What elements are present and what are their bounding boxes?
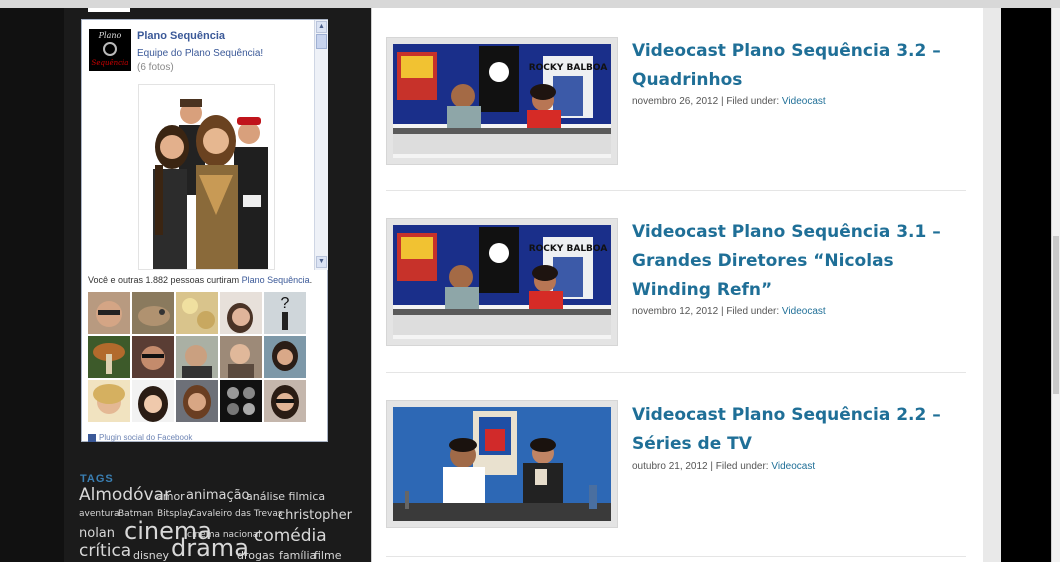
- fan-avatar[interactable]: [176, 336, 218, 378]
- scroll-up-icon[interactable]: ▲: [316, 21, 327, 33]
- post-title[interactable]: Videocast Plano Sequência 2.2 – Séries d…: [632, 401, 972, 459]
- fan-avatar[interactable]: [264, 336, 306, 378]
- post-filed-label: | Filed under:: [718, 96, 782, 107]
- fan-avatar[interactable]: [132, 336, 174, 378]
- tag-link[interactable]: crítica: [79, 543, 131, 560]
- tag-link[interactable]: disney: [133, 550, 169, 561]
- post-meta: novembro 12, 2012 | Filed under: Videoca…: [632, 306, 826, 317]
- fan-avatar[interactable]: [88, 336, 130, 378]
- post-thumbnail[interactable]: [393, 407, 611, 521]
- tag-link[interactable]: família: [279, 550, 316, 561]
- film-reel-icon: [103, 42, 117, 56]
- facebook-icon: [88, 433, 96, 442]
- post-filed-label: | Filed under:: [718, 306, 782, 317]
- fan-avatar[interactable]: [220, 380, 262, 422]
- post-title[interactable]: Videocast Plano Sequência 3.2 – Quadrinh…: [632, 37, 972, 95]
- fan-avatar[interactable]: [88, 380, 130, 422]
- fan-avatar[interactable]: ?: [264, 292, 306, 334]
- logo-text-top: Plano: [98, 31, 122, 40]
- tag-link[interactable]: animação: [186, 489, 250, 502]
- post-category-link[interactable]: Videocast: [782, 96, 826, 107]
- tag-link[interactable]: aventura: [79, 510, 120, 519]
- poster-text: ROCKY BALBOA: [529, 244, 608, 254]
- post-filed-label: | Filed under:: [707, 461, 772, 472]
- svg-text:?: ?: [281, 295, 290, 312]
- browser-top-strip: [0, 0, 1060, 8]
- likes-prefix: Você e outras 1.882 pessoas curtiram: [88, 275, 242, 285]
- facebook-album-title[interactable]: Equipe do Plano Sequência!: [137, 48, 263, 59]
- fan-avatar[interactable]: [264, 380, 306, 422]
- tags-heading: TAGS: [80, 473, 114, 485]
- fan-avatar[interactable]: [220, 292, 262, 334]
- facebook-page-name[interactable]: Plano Sequência: [137, 30, 225, 42]
- fan-avatar[interactable]: [176, 380, 218, 422]
- likes-page-link[interactable]: Plano Sequência: [242, 275, 310, 285]
- likes-suffix: .: [309, 275, 313, 285]
- tag-link[interactable]: filme: [314, 550, 341, 561]
- post-date: novembro 26, 2012: [632, 96, 719, 107]
- post-thumbnail-frame[interactable]: ROCKY BALBOA: [386, 218, 618, 346]
- facebook-like-box: Plano Sequência Plano Sequência Equipe d…: [81, 19, 328, 442]
- scroll-down-icon[interactable]: ▼: [316, 256, 327, 268]
- tag-link[interactable]: análise filmica: [246, 491, 325, 502]
- post-thumbnail-frame[interactable]: ROCKY BALBOA: [386, 37, 618, 165]
- team-photo[interactable]: [138, 84, 275, 270]
- left-background: [0, 8, 64, 562]
- post-category-link[interactable]: Videocast: [782, 306, 826, 317]
- like-box-scroll-thumb[interactable]: [316, 34, 327, 49]
- post-category-link[interactable]: Videocast: [771, 461, 815, 472]
- facebook-footer-text: Plugin social do Facebook: [99, 433, 193, 442]
- page-logo[interactable]: Plano Sequência: [89, 29, 131, 71]
- post-divider: [386, 556, 966, 557]
- fan-avatar[interactable]: [132, 380, 174, 422]
- facebook-plugin-footer[interactable]: Plugin social do Facebook: [88, 433, 192, 442]
- window-scrollbar-thumb[interactable]: [1053, 236, 1059, 394]
- logo-text-bottom: Sequência: [91, 59, 129, 67]
- post-divider: [386, 190, 966, 191]
- post-date: outubro 21, 2012: [632, 461, 708, 472]
- right-gutter: [983, 8, 1001, 562]
- fan-avatar[interactable]: [132, 292, 174, 334]
- fan-avatar[interactable]: [220, 336, 262, 378]
- tag-link[interactable]: comédia: [254, 528, 327, 545]
- sidebar-tab-indicator: [88, 8, 130, 12]
- post-thumbnail[interactable]: ROCKY BALBOA: [393, 44, 611, 158]
- facebook-like-count: Você e outras 1.882 pessoas curtiram Pla…: [88, 275, 312, 285]
- post-thumbnail-frame[interactable]: [386, 400, 618, 528]
- right-background: [1001, 8, 1051, 562]
- post-divider: [386, 372, 966, 373]
- fan-avatar[interactable]: [88, 292, 130, 334]
- post-meta: novembro 26, 2012 | Filed under: Videoca…: [632, 96, 826, 107]
- poster-text: ROCKY BALBOA: [529, 63, 608, 73]
- post-meta: outubro 21, 2012 | Filed under: Videocas…: [632, 461, 815, 472]
- facebook-photo-count: (6 fotos): [137, 62, 174, 73]
- post-date: novembro 12, 2012: [632, 306, 719, 317]
- tag-link[interactable]: amor: [156, 491, 185, 502]
- fan-avatar[interactable]: [176, 292, 218, 334]
- post-thumbnail[interactable]: ROCKY BALBOA: [393, 225, 611, 339]
- tag-link[interactable]: drogas: [237, 550, 274, 561]
- like-box-scrollbar[interactable]: ▲ ▼: [314, 20, 328, 270]
- post-title[interactable]: Videocast Plano Sequência 3.1 – Grandes …: [632, 218, 972, 305]
- window-scrollbar[interactable]: [1051, 8, 1060, 562]
